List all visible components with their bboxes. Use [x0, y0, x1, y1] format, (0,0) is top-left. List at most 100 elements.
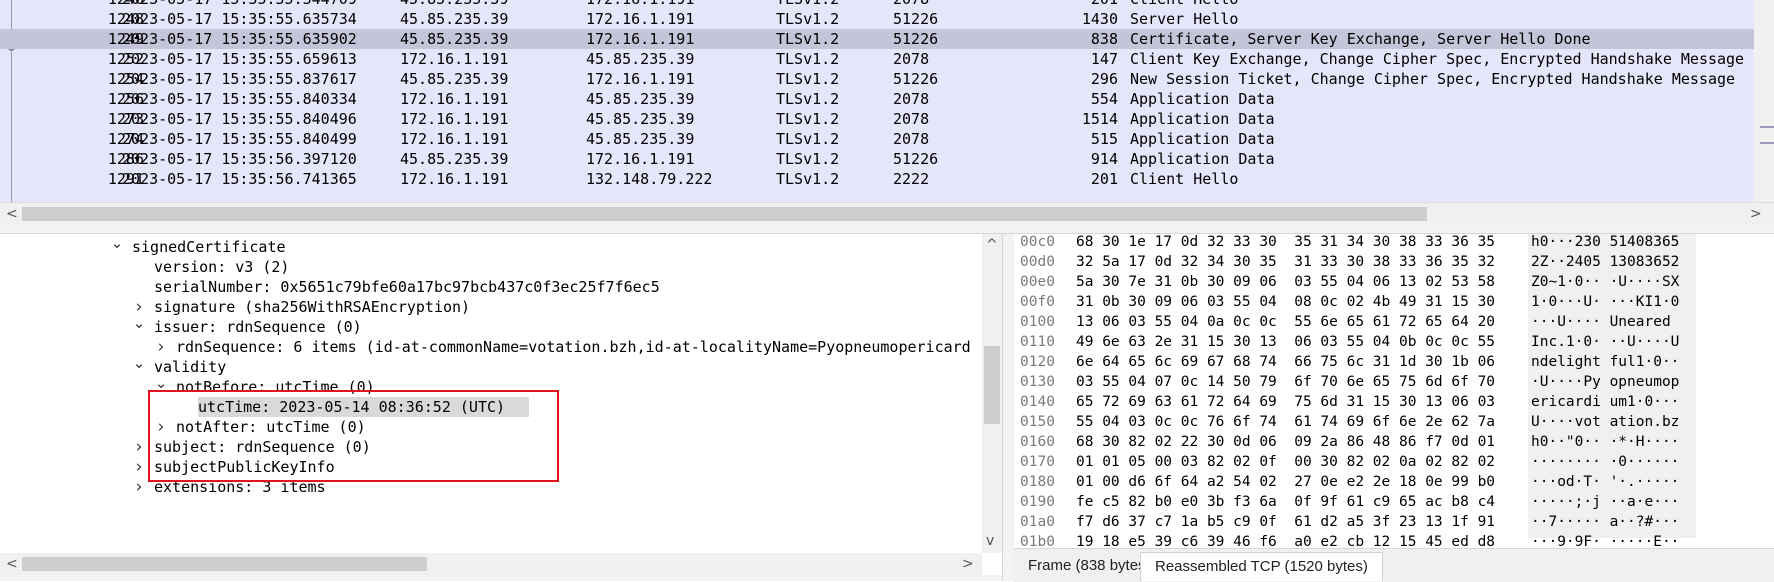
byte-ascii[interactable]: ·····;·j ··a·e···	[1531, 492, 1679, 512]
byte-hex[interactable]: 55 04 03 0c 0c 76 6f 74 61 74 69 6f 6e 2…	[1076, 412, 1495, 432]
packet-proto-cell: TLSv1.2	[776, 90, 840, 108]
byte-ascii[interactable]: 1·0···U· ···KI1·0	[1531, 292, 1679, 312]
packet-port-cell: 2078	[893, 50, 930, 68]
byte-hex[interactable]: 19 18 e5 39 c6 39 46 f6 a0 e2 cb 12 15 4…	[1076, 532, 1495, 548]
byte-hex[interactable]: 01 01 05 00 03 82 02 0f 00 30 82 02 0a 0…	[1076, 452, 1495, 472]
byte-ascii[interactable]: ··7····· a··?#···	[1531, 512, 1679, 532]
chevron-down-icon[interactable]: ⌄	[132, 313, 146, 333]
packet-proto-cell: TLSv1.2	[776, 30, 840, 48]
chevron-right-icon[interactable]: ›	[154, 417, 168, 437]
byte-ascii[interactable]: ericardi um1·0···	[1531, 392, 1679, 412]
pane-splitter[interactable]	[0, 225, 1774, 234]
byte-hex[interactable]: 49 6e 63 2e 31 15 30 13 06 03 55 04 0b 0…	[1076, 332, 1495, 352]
tree-row[interactable]: › rdnSequence: 6 items (id-at-commonName=…	[0, 337, 980, 357]
byte-ascii[interactable]: U····vot ation.bz	[1531, 412, 1679, 432]
tree-item-label: notBefore: utcTime (0)	[176, 378, 375, 396]
tree-row[interactable]: › subjectPublicKeyInfo	[0, 457, 980, 477]
byte-hex[interactable]: f7 d6 37 c7 1a b5 c9 0f 61 d2 a5 3f 23 1…	[1076, 512, 1495, 532]
byte-hex[interactable]: 32 5a 17 0d 32 34 30 35 31 33 30 38 33 3…	[1076, 252, 1495, 272]
packet-dst-cell: 172.16.1.191	[586, 0, 694, 9]
byte-hex[interactable]: 13 06 03 55 04 0a 0c 0c 55 6e 65 61 72 6…	[1076, 312, 1495, 332]
scroll-thumb[interactable]	[22, 557, 427, 571]
byte-ascii[interactable]: h0···230 51408365	[1531, 234, 1679, 252]
byte-hex[interactable]: 68 30 1e 17 0d 32 33 30 35 31 34 30 38 3…	[1076, 234, 1495, 252]
chevron-right-icon[interactable]: ›	[132, 437, 146, 457]
packet-proto-cell: TLSv1.2	[776, 50, 840, 68]
byte-offset: 0180	[1020, 474, 1055, 490]
byte-hex[interactable]: 65 72 69 63 61 72 64 69 75 6d 31 15 30 1…	[1076, 392, 1495, 412]
packet-len-cell: 201	[1000, 0, 1118, 9]
chevron-right-icon[interactable]: ›	[132, 457, 146, 477]
packet-row[interactable]: 1252 2023-05-17 15:35:55.659613 172.16.1.1…	[0, 49, 1754, 69]
tree-row[interactable]: ⌄ notBefore: utcTime (0)	[0, 374, 980, 397]
packet-port-cell: 2078	[893, 0, 929, 9]
tree-row[interactable]: ⌄ signedCertificate	[0, 234, 980, 257]
byte-offset: 00f0	[1020, 294, 1055, 310]
tree-row[interactable]: › signature (sha256WithRSAEncryption)	[0, 297, 980, 317]
packet-row[interactable]: 1273 2023-05-17 15:35:55.840496 172.16.1.1…	[0, 109, 1754, 129]
tree-row[interactable]: version: v3 (2)	[0, 257, 980, 277]
packet-row[interactable]: 1286 2023-05-17 15:35:56.397120 45.85.235.…	[0, 149, 1754, 169]
tree-item-label: subjectPublicKeyInfo	[154, 458, 335, 476]
chevron-right-icon[interactable]: ›	[132, 477, 146, 497]
packet-list-vertical-scrollbar[interactable]	[1754, 0, 1774, 202]
packet-row[interactable]: 1256 2023-05-17 15:35:55.840334 172.16.1.1…	[0, 89, 1754, 109]
tree-row[interactable]: › notAfter: utcTime (0)	[0, 417, 980, 437]
scroll-thumb[interactable]	[22, 207, 1427, 221]
packet-time-cell: 2023-05-17 15:35:56.741365	[122, 170, 357, 188]
byte-hex[interactable]: 03 55 04 07 0c 14 50 79 6f 70 6e 65 75 6…	[1076, 372, 1495, 392]
packet-dst-cell: 172.16.1.191	[586, 30, 695, 48]
tree-row[interactable]: utcTime: 2023-05-14 08:36:52 (UTC)	[0, 397, 980, 417]
chevron-down-icon[interactable]: ⌄	[154, 373, 168, 393]
byte-ascii[interactable]: ···9·9F· ·····E··	[1531, 532, 1679, 548]
chevron-down-icon[interactable]: ⌄	[110, 234, 124, 253]
tree-row[interactable]: › extensions: 3 items	[0, 477, 980, 497]
byte-hex[interactable]: 68 30 82 02 22 30 0d 06 09 2a 86 48 86 f…	[1076, 432, 1495, 452]
packet-bytes-pane[interactable]: 00c0 68 30 1e 17 0d 32 33 30 35 31 34 30 …	[1014, 234, 1774, 548]
byte-hex[interactable]: 31 0b 30 09 06 03 55 04 08 0c 02 4b 49 3…	[1076, 292, 1495, 312]
packet-port-cell: 2078	[893, 110, 930, 128]
tree-row[interactable]: ⌄ issuer: rdnSequence (0)	[0, 314, 980, 337]
byte-hex[interactable]: 01 00 d6 6f 64 a2 54 02 27 0e e2 2e 18 0…	[1076, 472, 1495, 492]
byte-ascii[interactable]: ···od·T· '·.·····	[1531, 472, 1679, 492]
byte-ascii[interactable]: h0··"0·· ·*·H····	[1531, 432, 1679, 452]
scroll-right-arrow-icon[interactable]: >	[1750, 203, 1762, 225]
byte-offset: 0100	[1020, 314, 1055, 330]
packet-row[interactable]: 1254 2023-05-17 15:35:55.837617 45.85.235.…	[0, 69, 1754, 89]
tree-row[interactable]: serialNumber: 0x5651c79bfe60a17bc97bcb43…	[0, 277, 980, 297]
byte-hex[interactable]: 6e 64 65 6c 69 67 68 74 66 75 6c 31 1d 3…	[1076, 352, 1495, 372]
byte-ascii[interactable]: ·U····Py opneumop	[1531, 372, 1679, 392]
packet-len-cell: 838	[1090, 30, 1118, 48]
scroll-right-arrow-icon[interactable]: >	[962, 553, 974, 575]
packet-list[interactable]: 12462023-05-17 15:35:55.34470945.85.235.…	[0, 0, 1754, 202]
scroll-thumb[interactable]	[984, 346, 1000, 424]
scroll-down-arrow-icon[interactable]: v	[986, 530, 994, 552]
tree-row[interactable]: ⌄ validity	[0, 354, 980, 377]
packet-list-horizontal-scrollbar[interactable]: < >	[0, 202, 1774, 225]
chevron-down-icon[interactable]: ⌄	[132, 353, 146, 373]
packet-row[interactable]: 1274 2023-05-17 15:35:55.840499 172.16.1.1…	[0, 129, 1754, 149]
byte-ascii[interactable]: Z0~1·0·· ·U····SX	[1531, 272, 1679, 292]
packet-row[interactable]: 1249 2023-05-17 15:35:55.635902 45.85.235.…	[0, 29, 1754, 49]
chevron-right-icon[interactable]: ›	[154, 337, 168, 357]
packet-row[interactable]: 12462023-05-17 15:35:55.34470945.85.235.…	[0, 0, 1754, 9]
packet-row[interactable]: 1248 2023-05-17 15:35:55.635734 45.85.235.…	[0, 9, 1754, 29]
byte-ascii[interactable]: ········ ·0······	[1531, 452, 1679, 472]
byte-ascii[interactable]: ···U···· Uneared	[1531, 312, 1679, 332]
byte-ascii[interactable]: Inc.1·0· ··U····U	[1531, 332, 1679, 352]
tab-reassembled-tcp[interactable]: Reassembled TCP (1520 bytes)	[1140, 552, 1383, 581]
packet-details-tree[interactable]: ⌄Certificate […]: 308205dd308203c5a00302…	[0, 234, 980, 553]
tree-row[interactable]: › subject: rdnSequence (0)	[0, 437, 980, 457]
scroll-up-arrow-icon[interactable]: ^	[986, 234, 998, 256]
scroll-left-arrow-icon[interactable]: <	[6, 553, 18, 575]
byte-hex[interactable]: 5a 30 7e 31 0b 30 09 06 03 55 04 06 13 0…	[1076, 272, 1495, 292]
byte-ascii[interactable]: 2Z··2405 13083652	[1531, 252, 1679, 272]
packet-port-cell: 2078	[893, 130, 930, 148]
byte-ascii[interactable]: ndelight ful1·0··	[1531, 352, 1679, 372]
scroll-left-arrow-icon[interactable]: <	[6, 203, 18, 225]
packet-time-cell: 2023-05-17 15:35:55.840334	[122, 90, 357, 108]
byte-hex[interactable]: fe c5 82 b0 e0 3b f3 6a 0f 9f 61 c9 65 a…	[1076, 492, 1495, 512]
packet-row[interactable]: 1291 2023-05-17 15:35:56.741365 172.16.1.1…	[0, 169, 1754, 189]
packet-dst-cell: 45.85.235.39	[586, 110, 695, 128]
packet-dst-cell: 45.85.235.39	[586, 50, 695, 68]
